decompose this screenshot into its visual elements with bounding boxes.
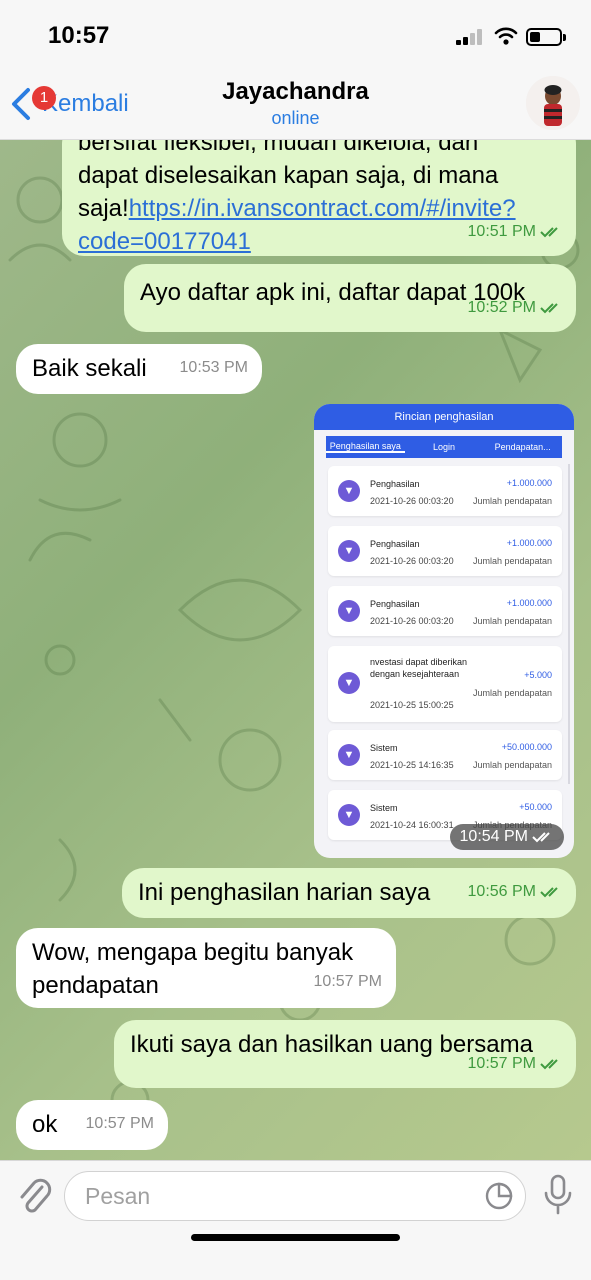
message-incoming[interactable]: Baik sekali 10:53 PM [16,344,262,394]
message-meta: 10:51 PM [468,215,562,248]
message-text: dapat diselesaikan kapan saja, di mana [78,162,499,189]
status-bar: 10:57 [0,0,591,70]
earning-record: ▼ nvestasi dapat diberikan dengan keseja… [328,646,562,722]
message-time: 10:56 PM [467,883,536,900]
record-date: 2021-10-26 00:03:20 [370,496,454,506]
trophy-icon: ▼ [338,480,360,502]
chat-status: online [271,108,320,128]
record-date: 2021-10-25 14:16:35 [370,760,454,770]
message-input-bar [0,1160,591,1280]
message-meta: 10:52 PM [468,291,562,324]
record-type: Jumlah pendapatan [472,688,552,698]
message-time: 10:57 PM [85,1115,154,1132]
message-text-prefix: saja! [78,195,129,222]
signal-icon [456,29,486,45]
record-amount: +5.000 [524,670,552,680]
earning-record: ▼ Penghasilan 2021-10-26 00:03:20 +1.000… [328,526,562,576]
message-meta: 10:57 PM [468,1047,562,1080]
status-time: 10:57 [48,22,110,49]
message-input[interactable] [64,1171,526,1221]
record-date: 2021-10-25 15:00:25 [370,700,454,710]
chat-area[interactable]: bersifat fleksibel, mudah dikelola, dan … [0,140,591,1160]
record-type: Jumlah pendapatan [472,760,552,770]
earning-record: ▼ Penghasilan 2021-10-26 00:03:20 +1.000… [328,586,562,636]
record-title: Penghasilan [370,479,420,489]
record-title: Sistem [370,803,398,813]
record-amount: +1.000.000 [506,478,552,488]
message-text: bersifat fleksibel, mudah dikelola, dan [78,140,479,156]
message-time: 10:57 PM [313,973,382,990]
microphone-icon[interactable] [542,1173,574,1217]
message-time: 10:51 PM [467,223,536,240]
screenshot-title: Rincian penghasilan [314,404,574,430]
trophy-icon: ▼ [338,744,360,766]
image-message[interactable]: Rincian penghasilan Penghasilan saya Log… [314,404,574,858]
avatar[interactable] [526,76,580,130]
message-incoming[interactable]: Wow, mengapa begitu banyak pendapatan 10… [16,928,396,1008]
trophy-icon: ▼ [338,672,360,694]
read-checks-icon [540,226,558,237]
message-time: 10:57 PM [467,1055,536,1072]
record-title: Sistem [370,743,398,753]
message-time: 10:52 PM [467,299,536,316]
message-time: 10:54 PM [459,828,528,845]
message-outgoing[interactable]: Ikuti saya dan hasilkan uang bersama 10:… [114,1020,576,1088]
chat-title[interactable]: Jayachandra [0,78,591,106]
message-outgoing[interactable]: Ayo daftar apk ini, daftar dapat 100k 10… [124,264,576,332]
chat-header: 1 Kembali Jayachandra online [0,70,591,140]
record-title: Penghasilan [370,539,420,549]
record-date: 2021-10-24 16:00:31 [370,820,454,830]
screenshot-tab: Pendapatan... [494,442,551,452]
message-meta: 10:57 PM [86,1107,154,1140]
message-meta: 10:53 PM [180,351,248,384]
trophy-icon: ▼ [338,600,360,622]
record-title: Penghasilan [370,599,420,609]
earning-record: ▼ Sistem 2021-10-25 14:16:35 +50.000.000… [328,730,562,780]
record-title: nvestasi dapat diberikan dengan kesejaht… [370,657,468,679]
record-type: Jumlah pendapatan [472,556,552,566]
read-checks-icon [540,302,558,313]
screenshot-tab: Login [432,442,456,452]
screenshot-tab: Penghasilan saya [326,441,405,453]
message-outgoing[interactable]: Ini penghasilan harian saya 10:56 PM [122,868,576,918]
read-checks-icon [540,1058,558,1069]
record-amount: +1.000.000 [506,598,552,608]
read-checks-icon [532,832,550,843]
record-date: 2021-10-26 00:03:20 [370,556,454,566]
invite-link[interactable]: https://in.ivanscontract.com/#/invite? [129,195,516,222]
battery-icon [526,28,566,46]
sticker-icon[interactable] [484,1181,514,1211]
wifi-icon [494,27,518,45]
avatar-image [526,76,580,130]
record-amount: +1.000.000 [506,538,552,548]
screenshot-tabs: Penghasilan saya Login Pendapatan... [326,436,562,458]
earning-record: ▼ Penghasilan 2021-10-26 00:03:20 +1.000… [328,466,562,516]
trophy-icon: ▼ [338,804,360,826]
message-meta: 10:56 PM [468,875,562,908]
trophy-icon: ▼ [338,540,360,562]
message-incoming[interactable]: ok 10:57 PM [16,1100,168,1150]
message-outgoing[interactable]: bersifat fleksibel, mudah dikelola, dan … [62,140,576,256]
record-type: Jumlah pendapatan [472,616,552,626]
image-time-badge: 10:54 PM [449,824,564,850]
screenshot-scrollbar [568,464,570,784]
record-amount: +50.000 [519,802,552,812]
invite-link-continued[interactable]: code=00177041 [78,228,251,255]
record-type: Jumlah pendapatan [472,496,552,506]
message-meta: 10:57 PM [314,965,382,998]
message-time: 10:53 PM [179,359,248,376]
record-date: 2021-10-26 00:03:20 [370,616,454,626]
read-checks-icon [540,886,558,897]
home-indicator [191,1234,400,1241]
attachment-icon[interactable] [14,1175,54,1219]
record-amount: +50.000.000 [501,742,552,752]
